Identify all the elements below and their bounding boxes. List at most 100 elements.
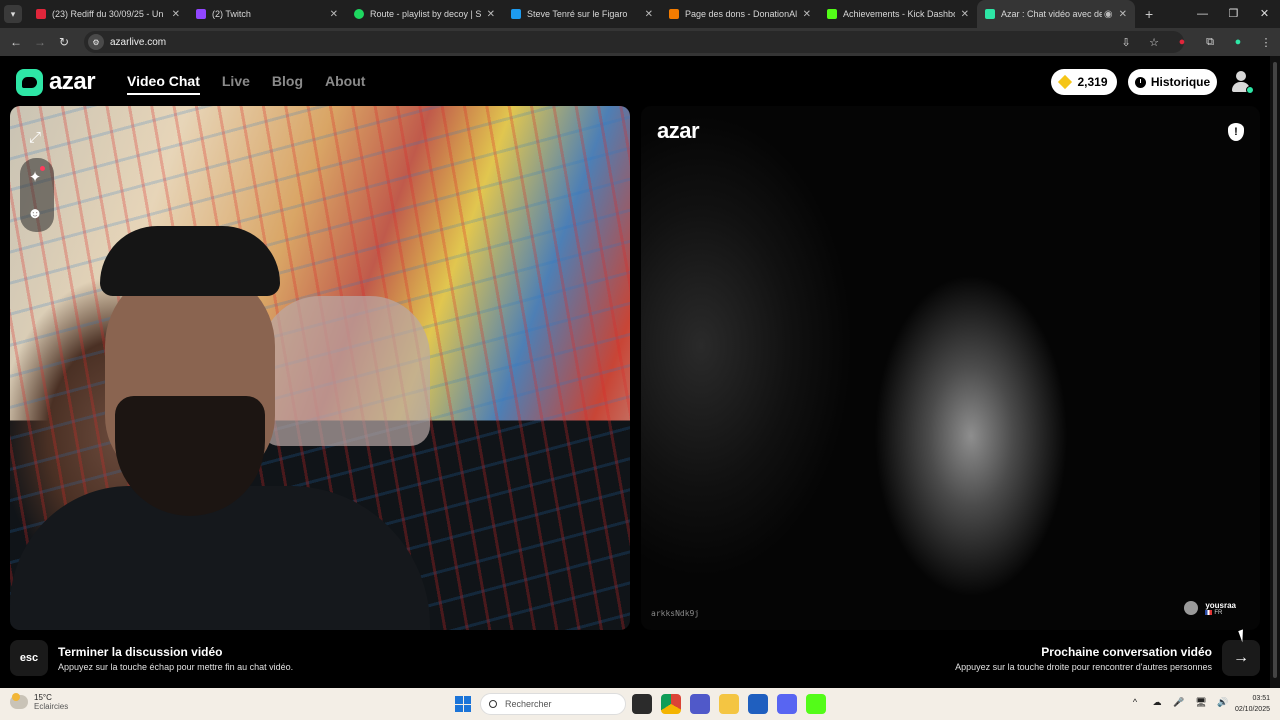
windows-start-icon[interactable]: [455, 696, 471, 712]
tray-overflow-icon[interactable]: ^: [1124, 697, 1146, 708]
browser-tab[interactable]: Route - playlist by decoy | Spo ✕: [346, 0, 503, 28]
extensions-puzzle-icon[interactable]: ⧉: [1196, 36, 1224, 49]
kick-app-icon[interactable]: [806, 694, 826, 714]
onedrive-icon[interactable]: ☁: [1146, 697, 1168, 708]
search-placeholder: Rechercher: [505, 699, 552, 709]
tab-close-icon[interactable]: ✕: [172, 9, 180, 20]
camera-tools: ⤢ ✦ ☻: [20, 122, 54, 232]
tab-close-icon[interactable]: ✕: [645, 9, 653, 20]
youtube-favicon-icon: [36, 9, 46, 19]
tab-close-icon[interactable]: ✕: [803, 9, 811, 20]
address-bar[interactable]: ⚙ azarlive.com: [84, 31, 1184, 53]
report-button[interactable]: !: [1228, 123, 1244, 141]
partner-country: FR: [1214, 610, 1223, 616]
kick-favicon-icon: [827, 9, 837, 19]
tab-close-icon[interactable]: ✕: [961, 9, 969, 20]
donationalerts-favicon-icon: [669, 9, 679, 19]
azar-favicon-icon: [985, 9, 995, 19]
sparkle-effects-icon: ✦: [28, 169, 42, 186]
tab-search-menu-button[interactable]: ▾: [4, 5, 22, 23]
azar-watermark: azar: [657, 118, 700, 143]
nav-about[interactable]: About: [325, 73, 365, 95]
page-scrollbar[interactable]: [1270, 56, 1280, 688]
arrow-right-icon: →: [1233, 649, 1249, 666]
browser-tab[interactable]: Steve Tenré sur le Figaro ✕: [503, 0, 661, 28]
file-explorer-icon[interactable]: [719, 694, 739, 714]
gems-count: 2,319: [1077, 75, 1108, 89]
twitch-favicon-icon: [196, 9, 206, 19]
install-app-icon[interactable]: ⇩: [1112, 36, 1140, 49]
user-avatar-icon: [1236, 71, 1246, 81]
weather-widget[interactable]: 15°C Eclaircies: [10, 693, 68, 711]
browser-tab[interactable]: (23) Rediff du 30/09/25 - Un co ✕: [28, 0, 188, 28]
browser-tab-bar: ▾ (23) Rediff du 30/09/25 - Un co ✕ (2) …: [0, 0, 1280, 28]
face-sticker-icon: ☻: [27, 204, 43, 222]
browser-tab[interactable]: Page des dons - DonationAlert ✕: [661, 0, 819, 28]
tab-close-icon[interactable]: ✕: [330, 9, 338, 20]
close-window-button[interactable]: ✕: [1249, 0, 1280, 28]
chrome-app-icon[interactable]: [661, 694, 681, 714]
microphone-icon[interactable]: 🎤: [1168, 697, 1190, 708]
france-flag-icon: [1205, 609, 1213, 615]
notification-dot: [40, 166, 45, 171]
forward-button[interactable]: →: [28, 35, 52, 49]
minimize-button[interactable]: —: [1187, 0, 1218, 28]
partner-info[interactable]: yousraa FR: [1184, 601, 1236, 616]
nav-live[interactable]: Live: [222, 73, 250, 95]
nav-video-chat[interactable]: Video Chat: [127, 73, 200, 95]
gem-icon: [1058, 74, 1073, 90]
tab-close-icon[interactable]: ✕: [487, 9, 495, 20]
spotify-favicon-icon: [354, 9, 364, 19]
taskbar-clock[interactable]: 03:51 02/10/2025: [1235, 693, 1270, 715]
end-chat-esc-button[interactable]: esc: [10, 640, 48, 676]
history-label: Historique: [1150, 75, 1211, 89]
new-tab-button[interactable]: +: [1145, 6, 1153, 22]
browser-toolbar: ← → ↻ ⚙ azarlive.com ⇩ ☆ ● ⧉ ● ⋮: [0, 28, 1280, 56]
address-text[interactable]: azarlive.com: [110, 37, 166, 48]
effects-button[interactable]: ✦: [20, 162, 50, 192]
azar-logo[interactable]: azar: [16, 68, 96, 96]
task-view-icon[interactable]: [632, 694, 652, 714]
end-chat-hint: Appuyez sur la touche échap pour mettre …: [58, 662, 294, 672]
next-chat-button[interactable]: →: [1222, 640, 1260, 676]
taskbar-apps: [632, 694, 835, 714]
windows-taskbar: 15°C Eclaircies Rechercher ^ ☁ 🎤 🖥 🔊 03:…: [0, 688, 1280, 720]
volume-icon[interactable]: 🔊: [1212, 697, 1234, 708]
discord-app-icon[interactable]: [777, 694, 797, 714]
clock-icon: [1134, 76, 1146, 88]
site-info-icon[interactable]: ⚙: [88, 34, 104, 50]
bookmark-star-icon[interactable]: ☆: [1140, 36, 1168, 49]
search-icon: [489, 700, 497, 708]
teams-app-icon[interactable]: [690, 694, 710, 714]
history-button[interactable]: Historique: [1128, 69, 1217, 95]
nav-blog[interactable]: Blog: [272, 73, 303, 95]
network-icon[interactable]: 🖥: [1190, 697, 1212, 708]
end-chat-title: Terminer la discussion vidéo: [58, 645, 223, 659]
taskbar-search[interactable]: Rechercher: [480, 693, 626, 715]
browser-tab[interactable]: (2) Twitch ✕: [188, 0, 346, 28]
browser-tab[interactable]: Achievements - Kick Dashboar ✕: [819, 0, 977, 28]
clock-date: 02/10/2025: [1234, 706, 1270, 713]
partly-sunny-icon: [10, 693, 28, 709]
extension-badge-icon[interactable]: ●: [1168, 36, 1196, 48]
bluesky-favicon-icon: [511, 9, 521, 19]
browser-menu-icon[interactable]: ⋮: [1252, 36, 1280, 49]
user-profile-button[interactable]: [1230, 70, 1254, 94]
azar-page: azar Video Chat Live Blog About 2,319 Hi…: [0, 56, 1270, 688]
profile-avatar-icon[interactable]: ●: [1224, 36, 1252, 48]
toolbar-actions: ⇩ ☆ ● ⧉ ● ⋮: [1112, 28, 1280, 56]
tab-close-icon[interactable]: ✕: [1119, 9, 1127, 20]
my-camera-video: ⤢ ✦ ☻: [10, 106, 630, 630]
gems-balance-button[interactable]: 2,319: [1051, 69, 1117, 95]
effects-toolbar: ✦ ☻: [20, 158, 54, 232]
face-stickers-button[interactable]: ☻: [20, 198, 50, 228]
weather-temp: 15°C: [34, 693, 52, 702]
store-app-icon[interactable]: [748, 694, 768, 714]
expand-video-button[interactable]: ⤢: [20, 122, 50, 152]
local-user-video-person: [10, 226, 430, 630]
maximize-button[interactable]: ❐: [1218, 0, 1249, 28]
weather-desc: Eclaircies: [34, 702, 69, 711]
back-button[interactable]: ←: [4, 35, 28, 49]
reload-button[interactable]: ↻: [52, 35, 76, 49]
browser-tab-active[interactable]: Azar : Chat vidéo avec de n ◉ ✕: [977, 0, 1135, 28]
